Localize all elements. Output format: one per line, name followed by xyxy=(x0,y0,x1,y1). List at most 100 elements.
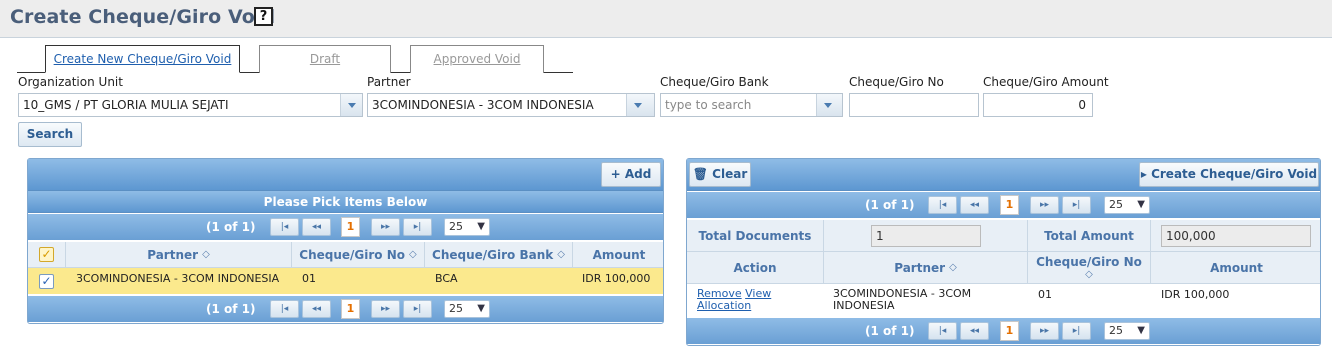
col-action: Action xyxy=(687,252,824,283)
sort-icon: ◇ xyxy=(202,249,210,260)
col-amount: Amount xyxy=(592,247,646,262)
row-bank: BCA xyxy=(435,272,458,285)
first-page-icon[interactable]: |◂ xyxy=(270,218,299,236)
page-size-value: 25 xyxy=(1109,198,1123,211)
row-amount: IDR 100,000 xyxy=(582,272,651,285)
next-page-icon[interactable]: ▸▸ xyxy=(371,300,400,318)
chevron-down-icon: ▼ xyxy=(477,221,485,232)
cheque-amount-input[interactable]: 0 xyxy=(983,93,1093,117)
first-page-icon[interactable]: |◂ xyxy=(270,300,299,318)
page-info: (1 of 1) xyxy=(206,220,256,234)
total-amount-label: Total Amount xyxy=(1028,220,1151,251)
cheque-amount-label: Cheque/Giro Amount xyxy=(983,75,1109,89)
current-page[interactable]: 1 xyxy=(1000,195,1019,215)
title-bar: Create Cheque/Giro Void ? xyxy=(0,0,1332,38)
right-pager-top: (1 of 1) |◂ ◂◂ 1 ▸▸ ▸| 25 ▼ xyxy=(687,192,1320,218)
bank-search-combobox[interactable]: type to search xyxy=(660,93,843,117)
sort-icon: ◇ xyxy=(949,262,957,273)
current-page[interactable]: 1 xyxy=(341,299,360,319)
cheque-no-input[interactable] xyxy=(849,93,979,117)
left-pager-bottom: (1 of 1) |◂ ◂◂ 1 ▸▸ ▸| 25 ▼ xyxy=(28,296,663,322)
help-icon[interactable]: ? xyxy=(254,7,273,26)
row-cheque-no: 01 xyxy=(302,272,316,285)
page-size-select[interactable]: 25 ▼ xyxy=(444,218,490,236)
tab-approved-void[interactable]: Approved Void xyxy=(410,45,544,73)
page-size-select[interactable]: 25 ▼ xyxy=(1104,322,1150,340)
row-amount: IDR 100,000 xyxy=(1161,288,1230,301)
right-toolbar: 🗑 Clear ▸ Create Cheque/Giro Void xyxy=(687,159,1320,191)
search-button[interactable]: Search xyxy=(18,122,82,147)
left-title-bar: Please Pick Items Below xyxy=(28,191,663,213)
chevron-down-icon[interactable] xyxy=(340,94,362,116)
add-button[interactable]: + Add xyxy=(601,162,661,187)
chevron-down-icon: ▼ xyxy=(1137,325,1145,336)
page-size-value: 25 xyxy=(1109,324,1123,337)
prev-page-icon[interactable]: ◂◂ xyxy=(302,218,331,236)
chevron-down-icon: ▼ xyxy=(1137,199,1145,210)
page-info: (1 of 1) xyxy=(206,302,256,316)
bank-label: Cheque/Giro Bank xyxy=(660,75,769,89)
col-bank[interactable]: Cheque/Giro Bank ◇ xyxy=(425,242,573,267)
org-unit-value: 10_GMS / PT GLORIA MULIA SEJATI xyxy=(23,98,229,112)
col-cheque-no[interactable]: Cheque/Giro No ◇ xyxy=(1028,252,1151,283)
col-partner[interactable]: Partner ◇ xyxy=(824,252,1028,283)
last-page-icon[interactable]: ▸| xyxy=(403,218,432,236)
col-partner[interactable]: Partner ◇ xyxy=(66,242,292,267)
org-unit-combobox[interactable]: 10_GMS / PT GLORIA MULIA SEJATI xyxy=(18,93,363,117)
select-all-cell: ✓ xyxy=(28,242,66,267)
caret-right-icon: ▸ xyxy=(1140,167,1147,181)
last-page-icon[interactable]: ▸| xyxy=(1062,196,1091,214)
next-page-icon[interactable]: ▸▸ xyxy=(1030,196,1059,214)
org-unit-label: Organization Unit xyxy=(18,75,123,89)
row-checkbox[interactable]: ✓ xyxy=(39,274,54,289)
sort-icon: ◇ xyxy=(1085,269,1093,280)
sort-icon: ◇ xyxy=(557,249,565,260)
right-table-header: Action Partner ◇ Cheque/Giro No ◇ Amount xyxy=(687,252,1320,284)
tab-create-new[interactable]: Create New Cheque/Giro Void xyxy=(45,45,240,73)
page-size-value: 25 xyxy=(449,220,463,233)
table-row[interactable]: ✓ 3COMINDONESIA - 3COM INDONESIA 01 BCA … xyxy=(28,268,663,294)
bank-search-placeholder: type to search xyxy=(665,98,752,112)
trash-icon: 🗑 xyxy=(692,167,708,181)
page-title: Create Cheque/Giro Void xyxy=(10,6,276,28)
next-page-icon[interactable]: ▸▸ xyxy=(371,218,400,236)
chevron-down-icon: ▼ xyxy=(477,303,485,314)
left-pager-top: (1 of 1) |◂ ◂◂ 1 ▸▸ ▸| 25 ▼ xyxy=(28,214,663,240)
cheque-no-label: Cheque/Giro No xyxy=(849,75,944,89)
tab-draft[interactable]: Draft xyxy=(259,45,391,73)
page-info: (1 of 1) xyxy=(865,198,915,212)
prev-page-icon[interactable]: ◂◂ xyxy=(960,196,989,214)
page-size-select[interactable]: 25 ▼ xyxy=(444,300,490,318)
page-size-select[interactable]: 25 ▼ xyxy=(1104,196,1150,214)
total-documents-label: Total Documents xyxy=(687,220,824,251)
first-page-icon[interactable]: |◂ xyxy=(928,322,957,340)
sort-icon: ◇ xyxy=(409,249,417,260)
page-size-value: 25 xyxy=(449,302,463,315)
pick-items-title: Please Pick Items Below xyxy=(263,195,428,209)
allocation-link[interactable]: Allocation xyxy=(697,299,751,312)
row-partner: 3COMINDONESIA - 3COM INDONESIA xyxy=(833,287,972,312)
page-info: (1 of 1) xyxy=(865,324,915,338)
current-page[interactable]: 1 xyxy=(341,217,360,237)
chevron-down-icon[interactable] xyxy=(626,94,654,116)
partner-label: Partner xyxy=(367,75,411,89)
col-amount: Amount xyxy=(1210,260,1263,275)
row-actions: Remove View Allocation xyxy=(697,288,771,312)
prev-page-icon[interactable]: ◂◂ xyxy=(302,300,331,318)
next-page-icon[interactable]: ▸▸ xyxy=(1030,322,1059,340)
prev-page-icon[interactable]: ◂◂ xyxy=(960,322,989,340)
select-all-checkbox[interactable]: ✓ xyxy=(39,247,54,262)
create-void-button[interactable]: ▸ Create Cheque/Giro Void xyxy=(1139,162,1319,187)
last-page-icon[interactable]: ▸| xyxy=(1062,322,1091,340)
partner-value: 3COMINDONESIA - 3COM INDONESIA xyxy=(372,98,594,112)
partner-combobox[interactable]: 3COMINDONESIA - 3COM INDONESIA xyxy=(367,93,655,117)
col-cheque-no[interactable]: Cheque/Giro No ◇ xyxy=(292,242,425,267)
last-page-icon[interactable]: ▸| xyxy=(403,300,432,318)
right-pager-bottom: (1 of 1) |◂ ◂◂ 1 ▸▸ ▸| 25 ▼ xyxy=(687,318,1320,344)
current-page[interactable]: 1 xyxy=(1000,321,1019,341)
clear-button[interactable]: 🗑 Clear xyxy=(689,162,751,187)
first-page-icon[interactable]: |◂ xyxy=(928,196,957,214)
void-items-panel: 🗑 Clear ▸ Create Cheque/Giro Void (1 of … xyxy=(686,158,1321,346)
chevron-down-icon[interactable] xyxy=(816,94,842,116)
pick-items-panel: + Add Please Pick Items Below (1 of 1) |… xyxy=(27,158,664,324)
